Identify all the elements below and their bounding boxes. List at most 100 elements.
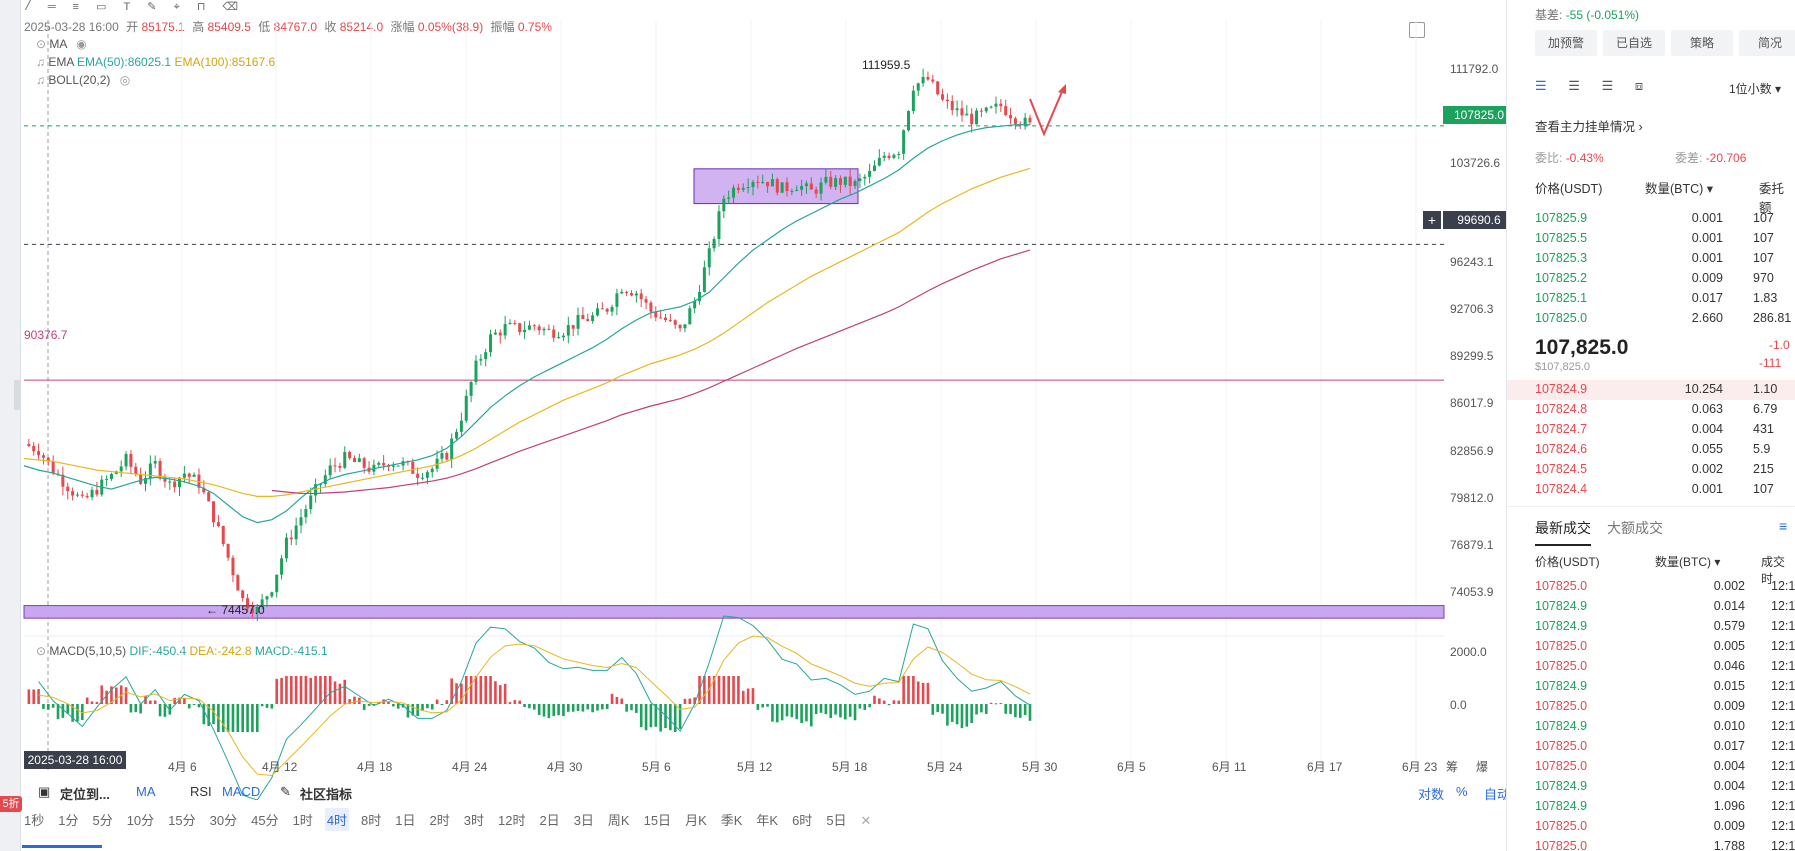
candle-body[interactable] [178, 477, 182, 488]
candle-body[interactable] [241, 590, 245, 599]
candle-body[interactable] [907, 110, 911, 131]
candle-body[interactable] [440, 453, 444, 459]
candle-body[interactable] [207, 492, 211, 502]
candle-body[interactable] [761, 181, 765, 184]
candle-body[interactable] [921, 77, 925, 84]
candle-body[interactable] [829, 176, 833, 187]
candle-body[interactable] [629, 293, 633, 296]
candle-body[interactable] [51, 461, 55, 474]
candle-body[interactable] [683, 324, 687, 329]
candle-body[interactable] [124, 453, 128, 467]
candle-body[interactable] [581, 314, 585, 320]
period-17[interactable]: 15日 [642, 808, 673, 831]
candle-body[interactable] [872, 165, 876, 171]
candle-body[interactable] [474, 360, 478, 383]
candle-body[interactable] [848, 176, 852, 186]
candle-body[interactable] [129, 453, 133, 467]
view-both-icon[interactable]: ☰ [1535, 78, 1547, 93]
candle-body[interactable] [323, 475, 327, 485]
candle-body[interactable] [586, 319, 590, 322]
candle-body[interactable] [897, 153, 901, 155]
xaxis-chips-icon[interactable]: 筹 [1446, 758, 1458, 775]
candle-body[interactable] [489, 334, 493, 353]
candle-body[interactable] [464, 395, 468, 421]
candle-body[interactable] [382, 462, 386, 466]
orderbook-row[interactable]: 107824.4 0.001 107 [1535, 482, 1795, 502]
candle-body[interactable] [377, 462, 381, 465]
edit-icon[interactable]: ✎ [280, 784, 291, 800]
candle-body[interactable] [892, 154, 896, 158]
close-icon[interactable]: ✕ [859, 811, 874, 831]
candle-body[interactable] [989, 106, 993, 108]
candle-body[interactable] [707, 248, 711, 268]
candle-body[interactable] [644, 299, 648, 303]
candle-body[interactable] [717, 211, 721, 240]
candle-body[interactable] [795, 189, 799, 191]
candle-body[interactable] [90, 489, 94, 498]
candle-body[interactable] [498, 332, 502, 336]
candle-body[interactable] [1004, 106, 1008, 115]
candle-body[interactable] [605, 308, 609, 312]
period-8[interactable]: 4时 [324, 808, 350, 831]
candle-body[interactable] [425, 472, 429, 478]
candle-body[interactable] [916, 83, 920, 91]
precision-select[interactable]: 1位小数 ▾ [1729, 80, 1781, 97]
candle-body[interactable] [950, 101, 954, 111]
candle-body[interactable] [173, 481, 177, 488]
candle-body[interactable] [634, 293, 638, 296]
candle-body[interactable] [294, 525, 298, 540]
candle-body[interactable] [85, 495, 89, 498]
candle-body[interactable] [158, 461, 162, 478]
candle-body[interactable] [226, 544, 230, 558]
candle-body[interactable] [994, 103, 998, 107]
candle-body[interactable] [265, 596, 269, 600]
orderbook-row[interactable]: 107824.9 10.254 1.10 [1535, 382, 1795, 402]
candle-body[interactable] [877, 157, 881, 166]
period-18[interactable]: 月K [683, 808, 709, 831]
candle-body[interactable] [396, 465, 400, 467]
candle-body[interactable] [518, 323, 522, 333]
candle-body[interactable] [887, 155, 891, 158]
candle-body[interactable] [566, 325, 570, 336]
period-15[interactable]: 3日 [572, 808, 596, 831]
candle-body[interactable] [119, 466, 123, 472]
log-scale-button[interactable]: 对数 [1418, 784, 1444, 803]
orderbook-row[interactable]: 107825.3 0.001 107 [1535, 251, 1795, 271]
candle-body[interactable] [955, 108, 959, 111]
candle-body[interactable] [732, 187, 736, 198]
candle-body[interactable] [809, 183, 813, 190]
candle-body[interactable] [212, 501, 216, 523]
candle-body[interactable] [790, 190, 794, 192]
candle-body[interactable] [192, 474, 196, 477]
candle-body[interactable] [270, 592, 274, 597]
period-4[interactable]: 15分 [166, 808, 197, 831]
percent-scale-button[interactable]: % [1456, 784, 1468, 799]
period-22[interactable]: 5日 [824, 808, 848, 831]
candle-body[interactable] [153, 461, 157, 464]
candle-body[interactable] [338, 466, 342, 468]
candle-body[interactable] [868, 170, 872, 177]
candle-body[interactable] [537, 326, 541, 331]
candle-body[interactable] [722, 198, 726, 212]
period-2[interactable]: 5分 [90, 808, 114, 831]
candle-body[interactable] [27, 443, 31, 446]
candle-body[interactable] [348, 452, 352, 459]
candle-body[interactable] [508, 323, 512, 325]
orderbook-row[interactable]: 107825.1 0.017 1.83 [1535, 291, 1795, 311]
candle-body[interactable] [357, 458, 361, 462]
candle-body[interactable] [187, 473, 191, 477]
orderbook-row[interactable]: 107825.9 0.001 107 [1535, 211, 1795, 231]
candle-body[interactable] [824, 176, 828, 183]
candle-body[interactable] [542, 328, 546, 331]
candle-body[interactable] [668, 320, 672, 322]
view-depth-icon[interactable]: ⧈ [1635, 78, 1643, 93]
candle-body[interactable] [639, 293, 643, 300]
candle-body[interactable] [800, 186, 804, 190]
candle-body[interactable] [780, 182, 784, 193]
candle-body[interactable] [936, 81, 940, 95]
candle-body[interactable] [853, 181, 857, 186]
candle-body[interactable] [615, 293, 619, 307]
candle-body[interactable] [450, 438, 454, 460]
tab-large-trades[interactable]: 大额成交 [1607, 518, 1663, 538]
candle-body[interactable] [965, 113, 969, 116]
